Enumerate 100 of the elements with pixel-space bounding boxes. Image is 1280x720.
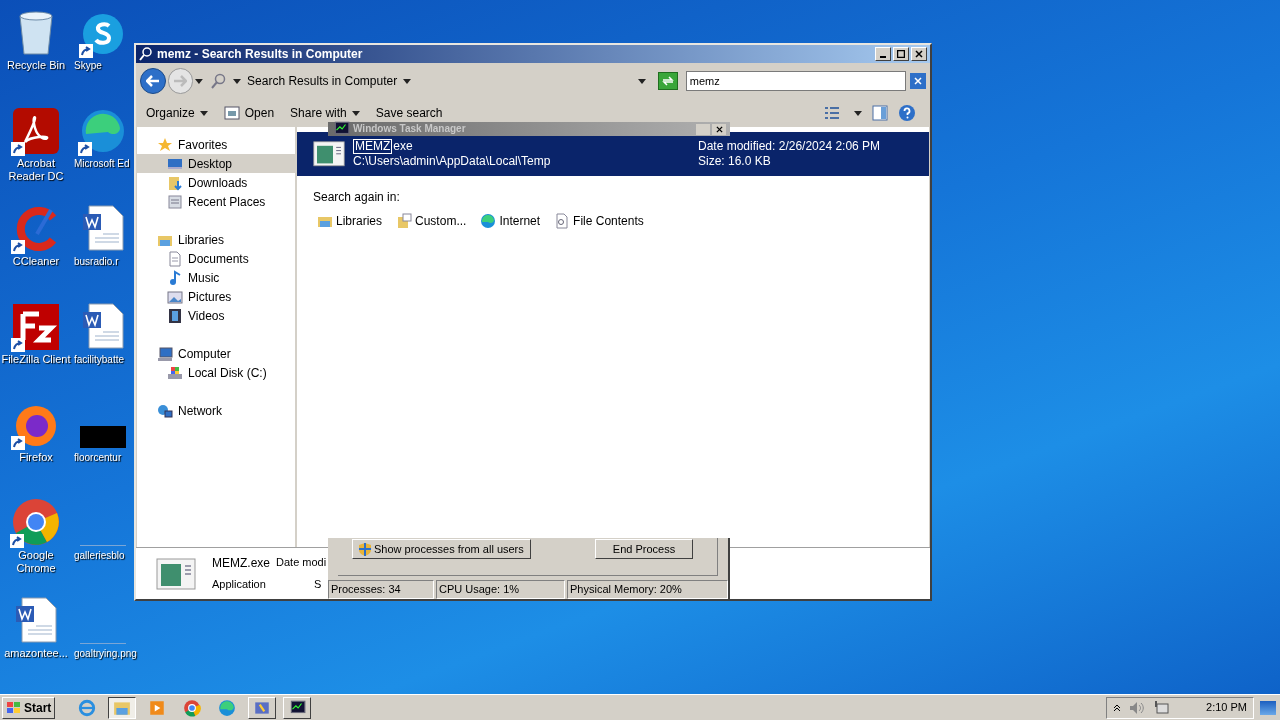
chevron-up-icon (1113, 703, 1121, 712)
star-icon (157, 136, 173, 153)
network-icon (157, 402, 173, 419)
back-arrow-icon (145, 75, 160, 87)
file-size: Size: 16.0 KB (698, 154, 772, 169)
caret-icon (351, 110, 360, 116)
shortcut-arrow-icon (78, 142, 92, 156)
date-modified: Date modified: 2/26/2024 2:06 PM (698, 139, 881, 154)
desktop-icon-label[interactable]: amazontee... (4, 647, 68, 660)
nav-item[interactable]: Pictures (137, 287, 295, 306)
edge-icon (80, 108, 126, 154)
show-all-processes-button[interactable]: Show processes from all users (352, 539, 531, 559)
search-location-link[interactable]: Internet (480, 212, 541, 230)
desktop-icon-label[interactable]: busradio.r (74, 255, 119, 268)
word-document-icon (81, 302, 125, 350)
word-document-icon (14, 596, 58, 644)
close-button[interactable] (712, 123, 726, 135)
desktop-icon-label[interactable]: CCleaner (12, 255, 60, 268)
desktop-icon-label[interactable]: facilitybatte (74, 353, 125, 366)
desktop-icon-label[interactable]: floorcentur (74, 451, 122, 464)
document-search-icon (554, 213, 571, 229)
caret-icon (199, 110, 208, 116)
desktop-icon-label[interactable]: galleriesblo (74, 549, 125, 562)
nav-item[interactable]: Downloads (137, 173, 295, 192)
nav-item[interactable]: Libraries (137, 230, 295, 249)
status-field: Processes: 34 (328, 580, 434, 599)
file-type: Application (212, 577, 267, 593)
file-name: MEMZ.exe (212, 555, 270, 573)
search-field[interactable]: memz (685, 71, 907, 91)
preview-pane-button[interactable] (872, 105, 888, 121)
shortcut-arrow-icon (11, 338, 25, 352)
nav-item[interactable]: Videos (137, 306, 295, 325)
desktop-icon-label[interactable]: Microsoft Ed (74, 157, 130, 170)
document-icon (167, 250, 183, 267)
caret-icon (854, 110, 862, 116)
view-options-button[interactable] (824, 105, 862, 121)
search-location-link[interactable]: Custom... (396, 212, 467, 230)
close-button[interactable] (911, 47, 927, 61)
desktop-icon-label[interactable]: Acrobat Reader DC (0, 157, 72, 183)
computer-icon (157, 345, 173, 362)
desktop-icon-label[interactable]: Google Chrome (0, 549, 72, 575)
start-button[interactable]: Start (2, 696, 56, 719)
nav-item[interactable]: Local Disk (C:) (137, 363, 295, 382)
search-location-link[interactable]: Libraries (317, 212, 383, 230)
nav-item[interactable]: Desktop (137, 154, 295, 173)
nav-item[interactable]: Favorites (137, 135, 295, 154)
image-thumbnail (80, 426, 126, 448)
status-field: Physical Memory: 20% (567, 580, 728, 599)
desktop-icon-label[interactable]: Firefox (19, 451, 53, 464)
shortcut-arrow-icon (11, 436, 25, 450)
toolbar-button[interactable]: Organize (146, 104, 208, 122)
end-process-button[interactable]: End Process (595, 539, 693, 559)
status-field: CPU Usage: 1% (436, 580, 565, 599)
file-extension: exe (393, 139, 413, 154)
nav-item[interactable]: Recent Places (137, 192, 295, 211)
minimize-button[interactable] (875, 47, 891, 61)
desktop-icon-label[interactable]: FileZilla Client (1, 353, 71, 366)
nav-item[interactable]: Network (137, 401, 295, 420)
search-again-label: Search again in: (313, 189, 401, 206)
clear-search-button[interactable] (910, 73, 926, 89)
windows-logo-icon (6, 700, 22, 715)
edge-icon (480, 213, 497, 229)
close-icon (915, 50, 923, 58)
nav-item[interactable]: Music (137, 268, 295, 287)
picture-icon (167, 288, 183, 305)
toolbar-button[interactable]: Share with (290, 104, 360, 122)
clock: 2:10 PM (1206, 700, 1247, 716)
refresh-button[interactable] (658, 72, 678, 90)
window-icon (223, 106, 240, 120)
taskbar-button[interactable] (108, 696, 137, 719)
caret-icon (233, 78, 242, 84)
acrobat-icon (13, 108, 59, 154)
ie-icon (78, 698, 97, 717)
nav-item[interactable]: Documents (137, 249, 295, 268)
desktop-icon-label[interactable]: Recycle Bin (6, 59, 66, 72)
back-button[interactable] (140, 68, 166, 94)
filezilla-icon (13, 304, 59, 350)
application-icon (156, 557, 196, 590)
nav-item[interactable]: Computer (137, 344, 295, 363)
rename-field[interactable]: MEMZ (353, 139, 393, 154)
help-icon (898, 104, 916, 122)
detail-label: S (313, 577, 323, 593)
help-button[interactable] (898, 104, 916, 122)
close-icon (914, 77, 923, 85)
caret-icon (638, 78, 646, 84)
forward-arrow-icon (173, 75, 188, 87)
recycle-bin-icon (16, 10, 56, 56)
folder-icon (396, 213, 413, 229)
maximize-button[interactable] (893, 47, 909, 61)
toolbar-button[interactable]: Open (223, 104, 275, 122)
show-desktop-button[interactable] (1260, 700, 1276, 715)
toolbar-button[interactable]: Save search (375, 104, 443, 122)
search-icon (139, 47, 153, 61)
search-location-link[interactable]: File Contents (554, 212, 644, 230)
address-text: Search Results in Computer (247, 73, 398, 90)
chrome-icon (12, 498, 60, 546)
desktop-icon-label[interactable]: Skype (74, 59, 102, 72)
desktop-icon-label[interactable]: goaltrying.png (74, 647, 137, 660)
film-icon (167, 307, 183, 324)
search-icon (211, 73, 228, 89)
